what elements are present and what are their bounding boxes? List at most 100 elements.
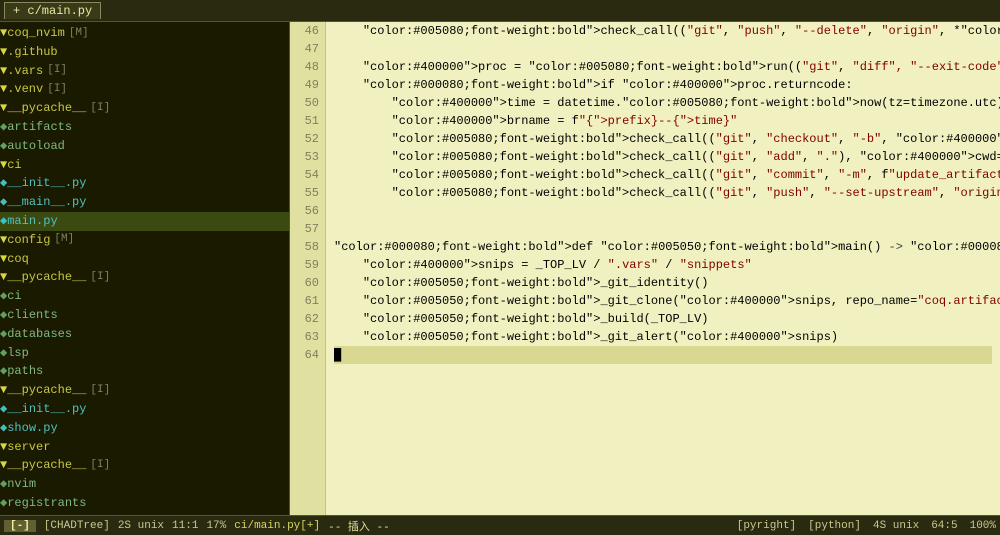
- active-tab[interactable]: + c/main.py: [4, 2, 101, 19]
- tree-item[interactable]: ▼ __pycache__ [I]: [0, 381, 289, 400]
- tree-item[interactable]: ▼ .vars [I]: [0, 62, 289, 81]
- tree-item-label: __main__.py: [7, 194, 86, 211]
- line-number: 63: [294, 328, 319, 346]
- file-icon: ◆: [0, 420, 7, 437]
- line-number: 55: [294, 184, 319, 202]
- line-numbers: 46474849505152535455565758596061626364: [290, 22, 326, 515]
- code-line[interactable]: "color:#400000">brname = f"{">prefix}--{…: [334, 112, 992, 130]
- folder-open-icon: ▼: [0, 232, 7, 249]
- tree-item[interactable]: ◆ nvim: [0, 475, 289, 494]
- tree-item[interactable]: ▼ coq_nvim [M]: [0, 24, 289, 43]
- tree-item-badge: [I]: [90, 458, 110, 473]
- file-icon: ◆: [0, 476, 7, 493]
- tree-item-label: __init__.py: [7, 401, 86, 418]
- lines-info: 4S unix: [873, 520, 919, 532]
- code-line[interactable]: "color:#005080;font-weight:bold">check_c…: [334, 184, 992, 202]
- tree-item-label: .venv: [7, 81, 43, 98]
- tree-item[interactable]: ◆ __init__.py: [0, 174, 289, 193]
- vim-mode: [-]: [4, 520, 36, 532]
- line-number: 64: [294, 346, 319, 364]
- code-line[interactable]: "color:#000080;font-weight:bold">def "co…: [334, 238, 992, 256]
- tree-item[interactable]: ◆ show.py: [0, 419, 289, 438]
- filepath-label: ci/main.py[+]: [234, 520, 320, 532]
- chadtree-label: [CHADTree]: [44, 520, 110, 532]
- tree-item[interactable]: ◆ autoload: [0, 137, 289, 156]
- folder-open-icon: ▼: [0, 81, 7, 98]
- tree-item-label: autoload: [7, 138, 65, 155]
- tree-item[interactable]: ◆ ci: [0, 287, 289, 306]
- tree-item[interactable]: ◆ lsp: [0, 344, 289, 363]
- tree-item[interactable]: ▼ __pycache__ [I]: [0, 268, 289, 287]
- tree-item[interactable]: ▼ .github: [0, 43, 289, 62]
- code-line[interactable]: "color:#005050;font-weight:bold">_git_id…: [334, 274, 992, 292]
- line-number: 56: [294, 202, 319, 220]
- code-area[interactable]: "color:#005080;font-weight:bold">check_c…: [326, 22, 1000, 515]
- tree-item[interactable]: ▼ config [M]: [0, 231, 289, 250]
- tree-item[interactable]: ▼ ci: [0, 156, 289, 175]
- file-icon: ◆: [0, 326, 7, 343]
- tree-item-label: lsp: [7, 345, 29, 362]
- folder-open-icon: ▼: [0, 439, 7, 456]
- code-line[interactable]: "color:#005050;font-weight:bold">_build(…: [334, 310, 992, 328]
- tree-item[interactable]: ◆ paths: [0, 362, 289, 381]
- tree-item-badge: [I]: [90, 101, 110, 116]
- folder-open-icon: ▼: [0, 44, 7, 61]
- tree-item[interactable]: ◆ databases: [0, 325, 289, 344]
- code-line[interactable]: "color:#005080;font-weight:bold">check_c…: [334, 166, 992, 184]
- code-line[interactable]: [334, 220, 992, 238]
- code-editor: 46474849505152535455565758596061626364 "…: [290, 22, 1000, 515]
- cursor-pos: 11:1: [172, 520, 198, 532]
- tree-item[interactable]: ◆ main.py: [0, 212, 289, 231]
- tree-item[interactable]: ▼ __pycache__ [I]: [0, 456, 289, 475]
- tree-item-label: paths: [7, 363, 43, 380]
- line-number: 47: [294, 40, 319, 58]
- tab-bar: + c/main.py: [0, 0, 1000, 22]
- file-icon: ◆: [0, 345, 7, 362]
- line-number: 52: [294, 130, 319, 148]
- line-number: 62: [294, 310, 319, 328]
- code-line[interactable]: [334, 40, 992, 58]
- line-number: 59: [294, 256, 319, 274]
- folder-open-icon: ▼: [0, 251, 7, 268]
- folder-open-icon: ▼: [0, 25, 7, 42]
- line-number: 49: [294, 76, 319, 94]
- zoom-level: 100%: [970, 520, 996, 532]
- tree-item[interactable]: ◆ clients: [0, 306, 289, 325]
- line-number: 60: [294, 274, 319, 292]
- code-line[interactable]: "color:#400000">snips = _TOP_LV / ".vars…: [334, 256, 992, 274]
- status-bar: [-] [CHADTree] 2S unix 11:1 17% ci/main.…: [0, 515, 1000, 535]
- code-line[interactable]: "color:#005080;font-weight:bold">check_c…: [334, 22, 992, 40]
- tree-item-label: __pycache__: [7, 457, 86, 474]
- tree-item-label: clients: [7, 307, 57, 324]
- tree-item-label: coq: [7, 251, 29, 268]
- tree-item-badge: [I]: [47, 63, 67, 78]
- lsp-info: [pyright]: [737, 520, 796, 532]
- code-line[interactable]: "color:#400000">proc = "color:#005080;fo…: [334, 58, 992, 76]
- code-line[interactable]: "color:#005080;font-weight:bold">check_c…: [334, 130, 992, 148]
- tree-item[interactable]: ▼ coq: [0, 250, 289, 269]
- line-number: 57: [294, 220, 319, 238]
- code-line[interactable]: "color:#005050;font-weight:bold">_git_cl…: [334, 292, 992, 310]
- tree-item[interactable]: ▼ server: [0, 438, 289, 457]
- line-number: 48: [294, 58, 319, 76]
- tree-item[interactable]: ◆ __init__.py: [0, 400, 289, 419]
- code-line[interactable]: "color:#000080;font-weight:bold">if "col…: [334, 76, 992, 94]
- code-line[interactable]: "color:#005050;font-weight:bold">_git_al…: [334, 328, 992, 346]
- tree-item-label: server: [7, 439, 50, 456]
- line-number: 50: [294, 94, 319, 112]
- position-info: 64:5: [931, 520, 957, 532]
- tree-item-label: nvim: [7, 476, 36, 493]
- code-line[interactable]: █: [334, 346, 992, 364]
- tree-item[interactable]: ◆ registrants: [0, 494, 289, 513]
- code-line[interactable]: "color:#400000">time = datetime."color:#…: [334, 94, 992, 112]
- tree-item[interactable]: ◆ __main__.py: [0, 193, 289, 212]
- code-line[interactable]: "color:#005080;font-weight:bold">check_c…: [334, 148, 992, 166]
- folder-open-icon: ▼: [0, 157, 7, 174]
- tree-item[interactable]: ◆ artifacts: [0, 118, 289, 137]
- tree-item[interactable]: ▼ __pycache__ [I]: [0, 99, 289, 118]
- tree-item-label: registrants: [7, 495, 86, 512]
- tree-item-badge: [I]: [90, 270, 110, 285]
- tree-item-label: show.py: [7, 420, 57, 437]
- code-line[interactable]: [334, 202, 992, 220]
- tree-item[interactable]: ▼ .venv [I]: [0, 80, 289, 99]
